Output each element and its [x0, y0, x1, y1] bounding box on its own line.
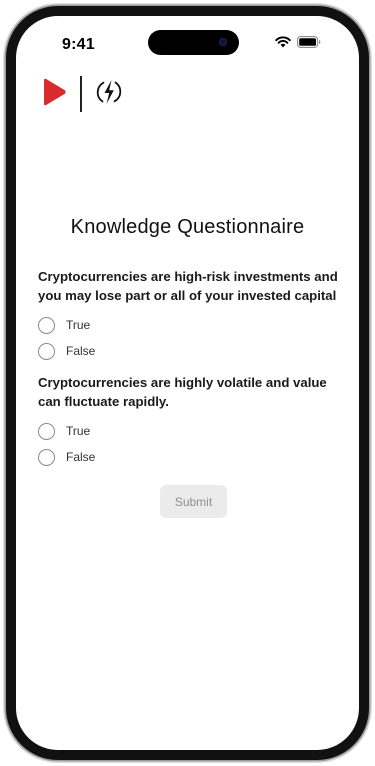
lightning-logo-icon	[94, 77, 124, 112]
phone-frame: 9:41 Knowledge Questionnaire Cryptocurre…	[6, 6, 369, 760]
radio-button[interactable]	[38, 316, 55, 334]
option-label: True	[66, 424, 91, 438]
logo-divider	[80, 76, 82, 112]
question-2: Cryptocurrencies are highly volatile and…	[38, 373, 348, 470]
radio-button[interactable]	[38, 422, 55, 440]
dynamic-island	[148, 30, 239, 55]
submit-button[interactable]: Submit	[160, 485, 227, 518]
radio-button[interactable]	[38, 342, 55, 360]
battery-icon	[297, 35, 321, 53]
status-time: 9:41	[62, 36, 95, 53]
brand-logos	[41, 74, 124, 114]
radio-button[interactable]	[38, 448, 55, 466]
question-text: Cryptocurrencies are high-risk investmen…	[38, 269, 338, 303]
question-2-option-false[interactable]: False	[38, 444, 348, 470]
question-1-options: True False	[38, 312, 348, 364]
option-label: False	[66, 450, 96, 464]
wifi-icon	[275, 35, 291, 53]
play-logo-icon	[41, 77, 67, 112]
question-2-option-true[interactable]: True	[38, 418, 348, 444]
status-bar: 9:41	[16, 16, 359, 66]
question-1-option-false[interactable]: False	[38, 338, 348, 364]
question-1-option-true[interactable]: True	[38, 312, 348, 338]
page-title: Knowledge Questionnaire	[70, 216, 305, 238]
option-label: True	[66, 318, 91, 332]
camera-icon	[219, 38, 227, 46]
question-1: Cryptocurrencies are high-risk investmen…	[38, 267, 348, 364]
status-icons	[275, 35, 321, 53]
question-2-options: True False	[38, 418, 348, 470]
question-text: Cryptocurrencies are highly volatile and…	[38, 375, 327, 409]
option-label: False	[66, 344, 96, 358]
